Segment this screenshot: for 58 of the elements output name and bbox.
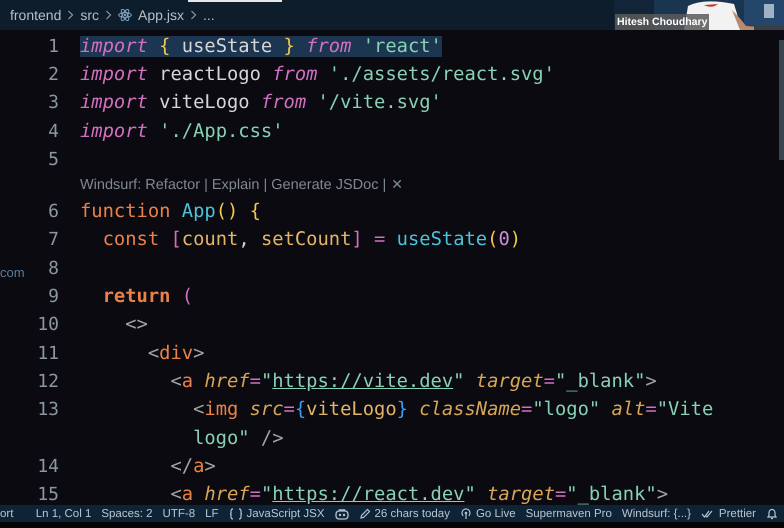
code-line: return ( bbox=[102, 286, 194, 308]
code-line: <a href="https://react.dev" target="_blank"> bbox=[169, 484, 668, 505]
line-number: 5 bbox=[48, 148, 59, 170]
code-line: import reactLogo from './assets/react.svg' bbox=[80, 64, 555, 85]
chevron-icon bbox=[105, 10, 112, 20]
code-line: logo" /> bbox=[192, 428, 284, 448]
status-item[interactable]: 26 chars today bbox=[374, 508, 450, 520]
status-item[interactable]: Prettier bbox=[718, 508, 756, 520]
code-line: import viteLogo from '/vite.svg' bbox=[80, 92, 442, 114]
line-number: 7 bbox=[48, 229, 59, 250]
status-item[interactable]: Windsurf: {...} bbox=[622, 508, 691, 520]
status-item[interactable]: LF bbox=[205, 508, 219, 520]
breadcrumb-item[interactable]: frontend bbox=[10, 7, 62, 23]
code-line: import './App.css' bbox=[80, 120, 284, 142]
code-line: <img src={viteLogo} className="logo" alt="Vite bbox=[192, 399, 714, 420]
chevron-icon bbox=[67, 10, 74, 20]
bell-icon[interactable] bbox=[766, 507, 778, 520]
status-item[interactable]: Ln 1, Col 1 bbox=[36, 508, 92, 520]
status-item[interactable]: Supermaven Pro bbox=[526, 508, 612, 520]
sidebar-text: com bbox=[0, 265, 25, 280]
line-number: 6 bbox=[48, 201, 59, 222]
line-number: 4 bbox=[48, 120, 59, 142]
pencil-icon bbox=[358, 508, 371, 520]
code-line: <> bbox=[124, 314, 148, 336]
code-line: </a> bbox=[169, 456, 216, 477]
broadcast-icon bbox=[460, 508, 472, 520]
breadcrumb-item[interactable]: ... bbox=[202, 7, 215, 23]
status-item[interactable]: UTF-8 bbox=[162, 508, 196, 520]
code-line: function App() { bbox=[80, 201, 261, 222]
line-number: 14 bbox=[37, 456, 59, 477]
breadcrumb-item[interactable]: App.jsx bbox=[138, 7, 184, 23]
line-number: 11 bbox=[37, 342, 59, 364]
name-label: Hitesh Choudhary bbox=[615, 14, 710, 30]
line-number: 12 bbox=[37, 370, 59, 392]
scrollbar-thumb[interactable] bbox=[779, 40, 784, 160]
atom-icon bbox=[118, 8, 132, 22]
close-button[interactable]: ✕ bbox=[391, 177, 403, 194]
line-number: 3 bbox=[48, 92, 59, 114]
code-line: <a href="https://vite.dev" target="_blank"> bbox=[169, 370, 657, 392]
line-number: 15 bbox=[37, 484, 59, 505]
status-text: ort bbox=[0, 508, 14, 520]
status-item[interactable]: Spaces: 2 bbox=[101, 508, 153, 520]
line-number: 1 bbox=[48, 36, 59, 57]
line-number: 2 bbox=[48, 64, 59, 85]
code-line: <div> bbox=[146, 342, 204, 364]
code-line: const [count, setCount] = useState(0) bbox=[102, 229, 522, 250]
double-check-icon bbox=[700, 508, 715, 518]
robot-icon[interactable] bbox=[334, 508, 349, 520]
codelens-actions[interactable]: Windsurf: Refactor | Explain | Generate JSDoc | bbox=[80, 177, 386, 194]
braces-icon bbox=[228, 508, 243, 520]
status-item[interactable]: Go Live bbox=[476, 508, 516, 520]
line-number: 8 bbox=[48, 258, 59, 279]
chevron-icon bbox=[190, 10, 197, 20]
status-item[interactable]: JavaScript JSX bbox=[246, 508, 325, 520]
line-number: 9 bbox=[48, 286, 59, 308]
breadcrumb-item[interactable]: src bbox=[80, 7, 100, 23]
line-number: 13 bbox=[37, 399, 59, 420]
line-number: 10 bbox=[37, 314, 59, 336]
